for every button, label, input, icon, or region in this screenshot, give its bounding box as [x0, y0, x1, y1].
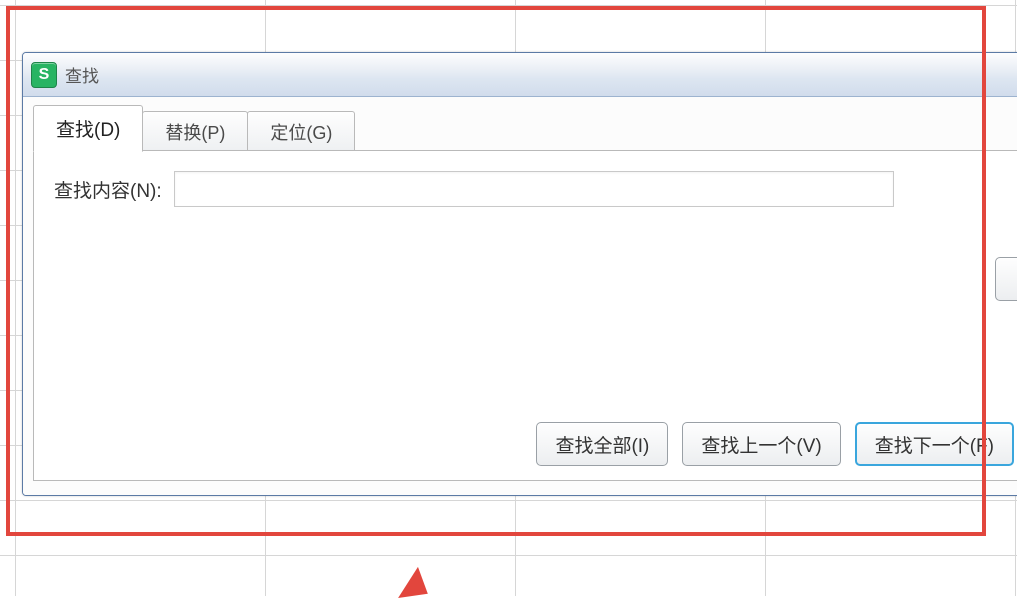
dialog-button-row: 查找全部(I) 查找上一个(V) 查找下一个(F) 关: [34, 422, 1017, 466]
tabpage-find: 查找内容(N): 选项(T 查找全部(I) 查找上一个(V) 查找下一个(F) …: [33, 151, 1017, 481]
tab-find[interactable]: 查找(D): [33, 105, 143, 152]
options-button[interactable]: 选项(T: [995, 257, 1017, 301]
find-content-input[interactable]: [174, 171, 894, 207]
find-prev-button[interactable]: 查找上一个(V): [682, 422, 840, 466]
dialog-client-area: 查找(D) 替换(P) 定位(G) 查找内容(N): 选项(T 查找全部(I) …: [23, 97, 1017, 495]
find-dialog: S 查找 查找(D) 替换(P) 定位(G) 查找内容(N): 选项(T 查找全…: [22, 52, 1017, 496]
tab-replace[interactable]: 替换(P): [142, 111, 248, 151]
dialog-titlebar[interactable]: S 查找: [23, 53, 1017, 97]
annotation-red-arrow: [394, 566, 428, 598]
dialog-title: 查找: [65, 62, 99, 87]
tabstrip: 查找(D) 替换(P) 定位(G): [33, 105, 1011, 151]
find-all-button[interactable]: 查找全部(I): [536, 422, 668, 466]
tab-goto[interactable]: 定位(G): [247, 111, 355, 151]
find-content-row: 查找内容(N):: [54, 171, 1017, 207]
app-icon: S: [31, 62, 57, 88]
find-content-label: 查找内容(N):: [54, 176, 162, 203]
find-next-button[interactable]: 查找下一个(F): [855, 422, 1014, 466]
